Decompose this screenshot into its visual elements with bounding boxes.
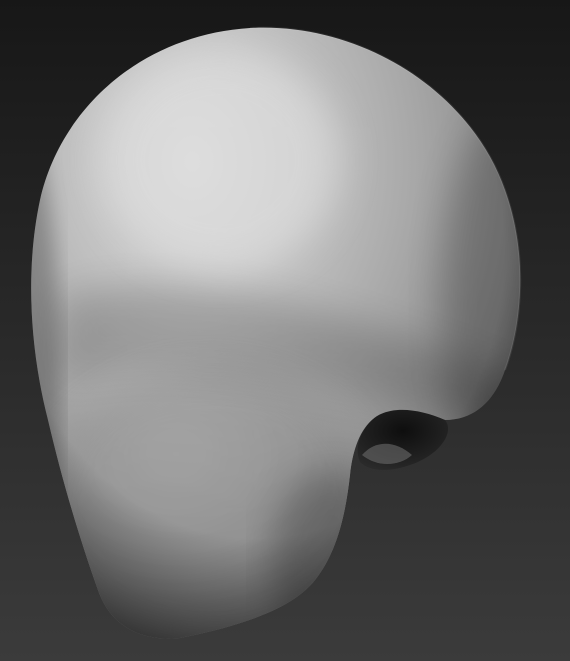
viewport-canvas[interactable] — [0, 0, 570, 661]
sculpt-viewport[interactable] — [0, 0, 570, 661]
